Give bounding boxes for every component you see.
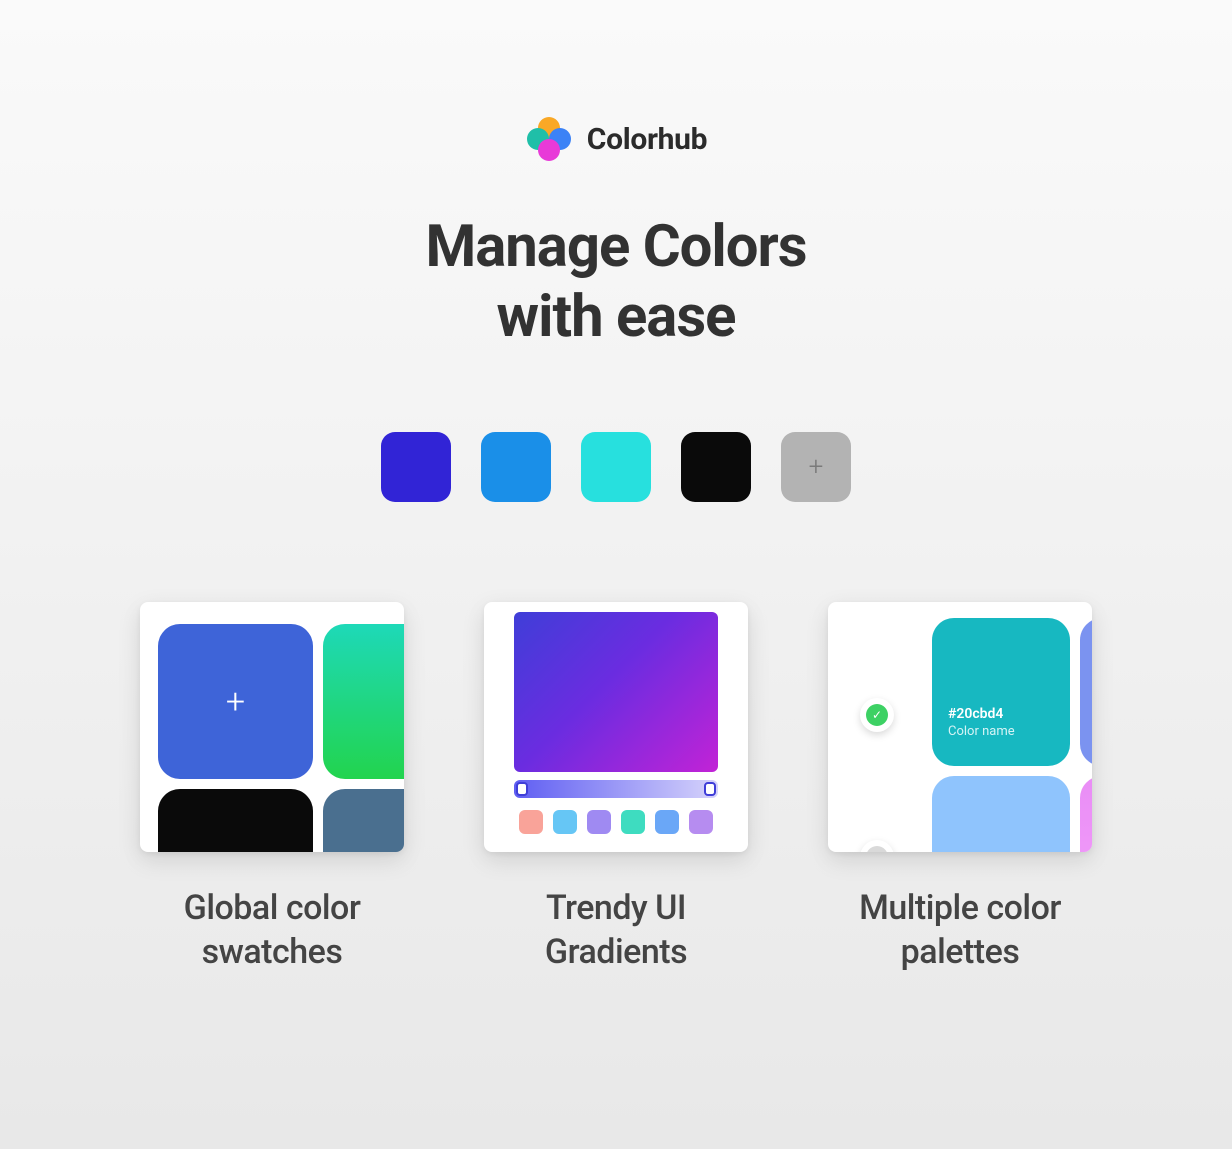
plus-icon: + [809, 452, 824, 482]
slider-handle-left[interactable] [516, 782, 528, 796]
features-row: + Global color swatches [0, 602, 1232, 974]
feature-title: Multiple color palettes [859, 886, 1061, 974]
palette-tile-pink [1080, 776, 1092, 852]
hero-title: Manage Colors with ease [0, 213, 1232, 352]
palette-tile-lightblue [932, 776, 1070, 852]
gradient-presets [514, 810, 718, 834]
check-icon: ✓ [866, 704, 888, 726]
swatch-row: + [0, 432, 1232, 502]
brand-header: Colorhub [0, 115, 1232, 163]
swatch-tile-black [158, 789, 313, 852]
swatch-2[interactable] [481, 432, 551, 502]
palette-tile-teal[interactable]: #20cbd4 Color name [932, 618, 1070, 766]
hero-title-line1: Manage Colors [425, 213, 806, 281]
swatch-4[interactable] [681, 432, 751, 502]
gradient-preset[interactable] [553, 810, 577, 834]
swatch-3[interactable] [581, 432, 651, 502]
feature-card-swatches[interactable]: + [140, 602, 404, 852]
feature-gradients: Trendy UI Gradients [484, 602, 748, 974]
gradient-preset[interactable] [519, 810, 543, 834]
slider-handle-right[interactable] [704, 782, 716, 796]
gradient-preset[interactable] [587, 810, 611, 834]
feature-title: Global color swatches [184, 886, 361, 974]
feature-card-gradients[interactable] [484, 602, 748, 852]
palette-selected-indicator[interactable]: ✓ [860, 698, 894, 732]
palette-hex: #20cbd4 [948, 706, 1054, 722]
palette-tile-blue [1080, 618, 1092, 766]
palette-color-name: Color name [948, 724, 1054, 739]
swatch-tile-green [323, 624, 404, 779]
hero-title-line2: with ease [497, 283, 736, 351]
add-swatch-button[interactable]: + [781, 432, 851, 502]
logo-icon [525, 115, 573, 163]
feature-global-swatches: + Global color swatches [140, 602, 404, 974]
feature-title: Trendy UI Gradients [545, 886, 687, 974]
swatch-tile-steel [323, 789, 404, 852]
feature-card-palettes[interactable]: #20cbd4 Color name ✓ [828, 602, 1092, 852]
swatch-tile-main[interactable]: + [158, 624, 313, 779]
gradient-preset[interactable] [655, 810, 679, 834]
gradient-preset[interactable] [689, 810, 713, 834]
brand-name: Colorhub [587, 122, 708, 157]
feature-palettes: #20cbd4 Color name ✓ Multiple color pale… [828, 602, 1092, 974]
plus-icon: + [226, 682, 245, 722]
gradient-preview [514, 612, 718, 772]
swatch-1[interactable] [381, 432, 451, 502]
palette-unselected-indicator[interactable] [860, 840, 894, 852]
circle-icon [866, 846, 888, 852]
gradient-preset[interactable] [621, 810, 645, 834]
gradient-slider[interactable] [514, 780, 718, 798]
